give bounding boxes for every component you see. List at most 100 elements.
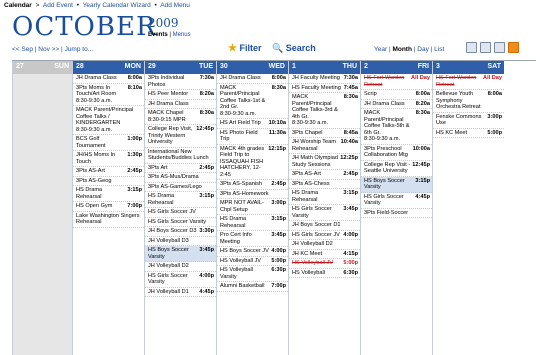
calendar-event[interactable]: HS Open Gym 7:00p xyxy=(73,202,144,212)
calendar-event[interactable]: 3Pts AS-Mus/Drama xyxy=(145,173,216,183)
calendar-event[interactable]: 3Pts Individual Photos 7:30a xyxy=(145,74,216,90)
calendar-event[interactable]: HS Girls Soccer Varsity 3:45p xyxy=(289,205,360,221)
calendar-event[interactable]: JH Boys Soccer D3 3:30p xyxy=(145,227,216,237)
yearly-calendar-wizard-link[interactable]: Yearly Calendar Wizard xyxy=(83,2,151,9)
jump-to-link[interactable]: Jump to... xyxy=(65,46,94,53)
email-icon[interactable] xyxy=(494,42,505,53)
events-tab[interactable]: Events xyxy=(148,32,168,38)
calendar-event[interactable]: 3Pts AS-Geog xyxy=(73,177,144,186)
next-month-link[interactable]: Nov >> xyxy=(38,46,59,53)
calendar-event[interactable]: JH Faculty Meeting 7:30a xyxy=(289,74,360,84)
calendar-event[interactable]: JH Drama Class 8:00a xyxy=(73,74,144,84)
calendar-event[interactable]: JH Volleyball D2 xyxy=(145,262,216,272)
calendar-event[interactable]: Alumni Basketball 7:00p xyxy=(217,282,288,292)
day-header[interactable]: 1 THU xyxy=(289,61,360,74)
calendar-event[interactable]: HS Girls Soccer Varsity 4:00p xyxy=(145,272,216,288)
calendar-event[interactable]: MACK Parent/Principal Coffee Talks / KIN… xyxy=(73,106,144,135)
calendar-event[interactable]: JH Volleyball D2 xyxy=(289,240,360,250)
calendar-event[interactable]: 3Pts Chapel 8:45a xyxy=(289,129,360,138)
calendar-event[interactable]: JH/HS Moms In Touch 1:30p xyxy=(73,151,144,167)
calendar-event[interactable]: JH Drama Class 8:20a xyxy=(361,100,432,109)
calendar-event[interactable]: BCS Golf Tournament 1:00p xyxy=(73,135,144,151)
calendar-event[interactable]: MPR NOT AVAIL-Chpl Setup 3:00p xyxy=(217,199,288,215)
day-header[interactable]: 28 MON xyxy=(73,61,144,74)
calendar-event[interactable]: HS Volleyball JV 5:00p xyxy=(217,257,288,266)
calendar-event[interactable]: HS Boys Soccer Varsity 3:45p xyxy=(145,246,216,262)
calendar-event[interactable]: MACK Chapel 8:30-9:15 MPR 8:30a xyxy=(145,109,216,125)
calendar-event[interactable]: International New Students/Buddies Lunch xyxy=(145,148,216,164)
calendar-event[interactable]: 3Pts Art 2:45p xyxy=(145,164,216,173)
calendar-event[interactable]: Lake Washington Singers Rehearsal xyxy=(73,212,144,228)
calendar-event[interactable]: JH Volleyball D3 xyxy=(145,237,216,246)
calendar-event[interactable]: 3Pts Field-Soccer xyxy=(361,209,432,218)
calendar-event[interactable]: Fenske Commons Use 3:00p xyxy=(433,113,504,129)
calendar-event[interactable]: HS Volleyball 6:30p xyxy=(289,269,360,278)
calendar-event[interactable]: MACK Parent/Principal Coffee Talks-5th &… xyxy=(361,109,432,145)
calendar-event[interactable]: HS Volleyball Varsity 6:30p xyxy=(217,266,288,282)
calendar-event[interactable]: JH Worship Team Rehearsal 10:40a xyxy=(289,138,360,154)
calendar-event[interactable]: HS Drama Rehearsal 3:15p xyxy=(289,189,360,205)
calendar-event[interactable]: HS Girls Soccer JV 4:00p xyxy=(289,231,360,240)
year-view-link[interactable]: Year xyxy=(374,46,387,53)
calendar-event[interactable]: JH Drama Class 8:00a xyxy=(217,74,288,84)
calendar-event[interactable]: HS Boys Soccer JV 4:00p xyxy=(217,247,288,257)
event-time: 7:30a xyxy=(199,75,214,81)
day-header[interactable]: 2 FRI xyxy=(361,61,432,74)
calendar-event[interactable]: JH Math Olympiad Study Sessions 12:25p xyxy=(289,154,360,170)
calendar-event[interactable]: Bellevue Youth Symphony Orchestra Retrea… xyxy=(433,90,504,113)
day-header[interactable]: 29 TUE xyxy=(145,61,216,74)
calendar-event[interactable]: HS Drama Rehearsal 3:15p xyxy=(73,186,144,202)
calendar-event[interactable]: HS Fort Worden Retreat All Day xyxy=(361,74,432,90)
calendar-event[interactable]: HS KC Meet 5:00p xyxy=(433,129,504,138)
day-view-link[interactable]: Day xyxy=(417,46,429,53)
calendar-event[interactable]: 3Pts Preschool Collaboration Mtg 10:00a xyxy=(361,145,432,161)
calendar-event[interactable]: HS Drama Rehearsal 3:15p xyxy=(217,215,288,231)
add-event-link[interactable]: Add Event xyxy=(43,2,73,9)
day-header[interactable]: 27 SUN xyxy=(13,61,72,74)
calendar-event[interactable]: HS Faculty Meeting 7:45a xyxy=(289,84,360,93)
calendar-event[interactable]: College Rep Visit - Seattle University 12… xyxy=(361,161,432,177)
calendar-event[interactable]: MACK Parent/Principal Coffee Talks-1st &… xyxy=(217,84,288,119)
calendar-event[interactable]: HS Peer Mentor 8:20a xyxy=(145,90,216,100)
calendar-event[interactable]: HS Girls Soccer Varsity 4:45p xyxy=(361,193,432,209)
add-menu-link[interactable]: Add Menu xyxy=(160,2,190,9)
calendar-event[interactable]: JH Boys Soccer D1 xyxy=(289,221,360,231)
day-number: 29 xyxy=(148,63,156,70)
day-header[interactable]: 30 WED xyxy=(217,61,288,74)
calendar-event[interactable]: JH Volleyball D1 4:45p xyxy=(145,288,216,297)
calendar-event[interactable]: HS Girls Soccer JV xyxy=(145,208,216,218)
calendar-event[interactable]: JH KC Meet 4:15p xyxy=(289,250,360,259)
filter-button[interactable]: ★ Filter xyxy=(228,43,262,54)
calendar-event[interactable]: 3Pts AS-Chess xyxy=(289,180,360,189)
export-icon[interactable] xyxy=(480,42,491,53)
month-view-link[interactable]: Month xyxy=(392,46,412,53)
event-time: 12:25p xyxy=(340,155,358,161)
calendar-event[interactable]: 3Pts AS-Art 2:45p xyxy=(289,170,360,180)
calendar-event[interactable]: HS Volleyball JV 5:00p xyxy=(289,259,360,269)
calendar-event[interactable]: HS Art Field Trip 10:10a xyxy=(217,119,288,129)
search-button[interactable]: 🔍 Search xyxy=(272,43,316,54)
calendar-event[interactable]: 3Pts Moms In Touch/Art Room 8:30-9:30 a.m… xyxy=(73,84,144,106)
calendar-event[interactable]: 3Pts AS-Spanish 2:45p xyxy=(217,180,288,190)
prev-month-link[interactable]: << Sep xyxy=(12,46,33,53)
calendar-event[interactable]: HS Boys Soccer Varsity 3:15p xyxy=(361,176,432,193)
list-view-link[interactable]: List xyxy=(434,46,444,53)
calendar-event[interactable]: Scrip 8:00a xyxy=(361,90,432,100)
menus-tab[interactable]: Menus xyxy=(173,32,191,38)
rss-icon[interactable] xyxy=(508,42,519,53)
calendar-event[interactable]: 3Pts AS-Homework xyxy=(217,190,288,199)
calendar-event[interactable]: Pro Cert Info Meeting 3:45p xyxy=(217,231,288,247)
calendar-event[interactable]: 3Pts AS-Games/Lego xyxy=(145,183,216,192)
calendar-event[interactable]: HS Girls Soccer Varsity xyxy=(145,218,216,227)
calendar-event[interactable]: MACK Parent/Principal Coffee Talks-3rd &… xyxy=(289,93,360,129)
print-icon[interactable] xyxy=(466,42,477,53)
calendar-event[interactable]: MACK 4th grades Field Trip to ISSAQUAH F… xyxy=(217,145,288,180)
calendar-event[interactable]: HS Fort Worden Retreat All Day xyxy=(433,74,504,90)
calendar-event[interactable]: HS Photo Field Trip 11:30a xyxy=(217,129,288,145)
day-column-sat: 3 SAT HS Fort Worden Retreat All Day Bellevu… xyxy=(432,61,504,355)
calendar-event[interactable]: 3Pts AS-Art 2:45p xyxy=(73,167,144,177)
day-header[interactable]: 3 SAT xyxy=(433,61,504,74)
calendar-event[interactable]: HS Drama Rehearsal 3:15p xyxy=(145,192,216,208)
calendar-event[interactable]: JH Drama Class xyxy=(145,100,216,109)
calendar-event[interactable]: College Rep Visit, Trinity Western Unive… xyxy=(145,125,216,148)
